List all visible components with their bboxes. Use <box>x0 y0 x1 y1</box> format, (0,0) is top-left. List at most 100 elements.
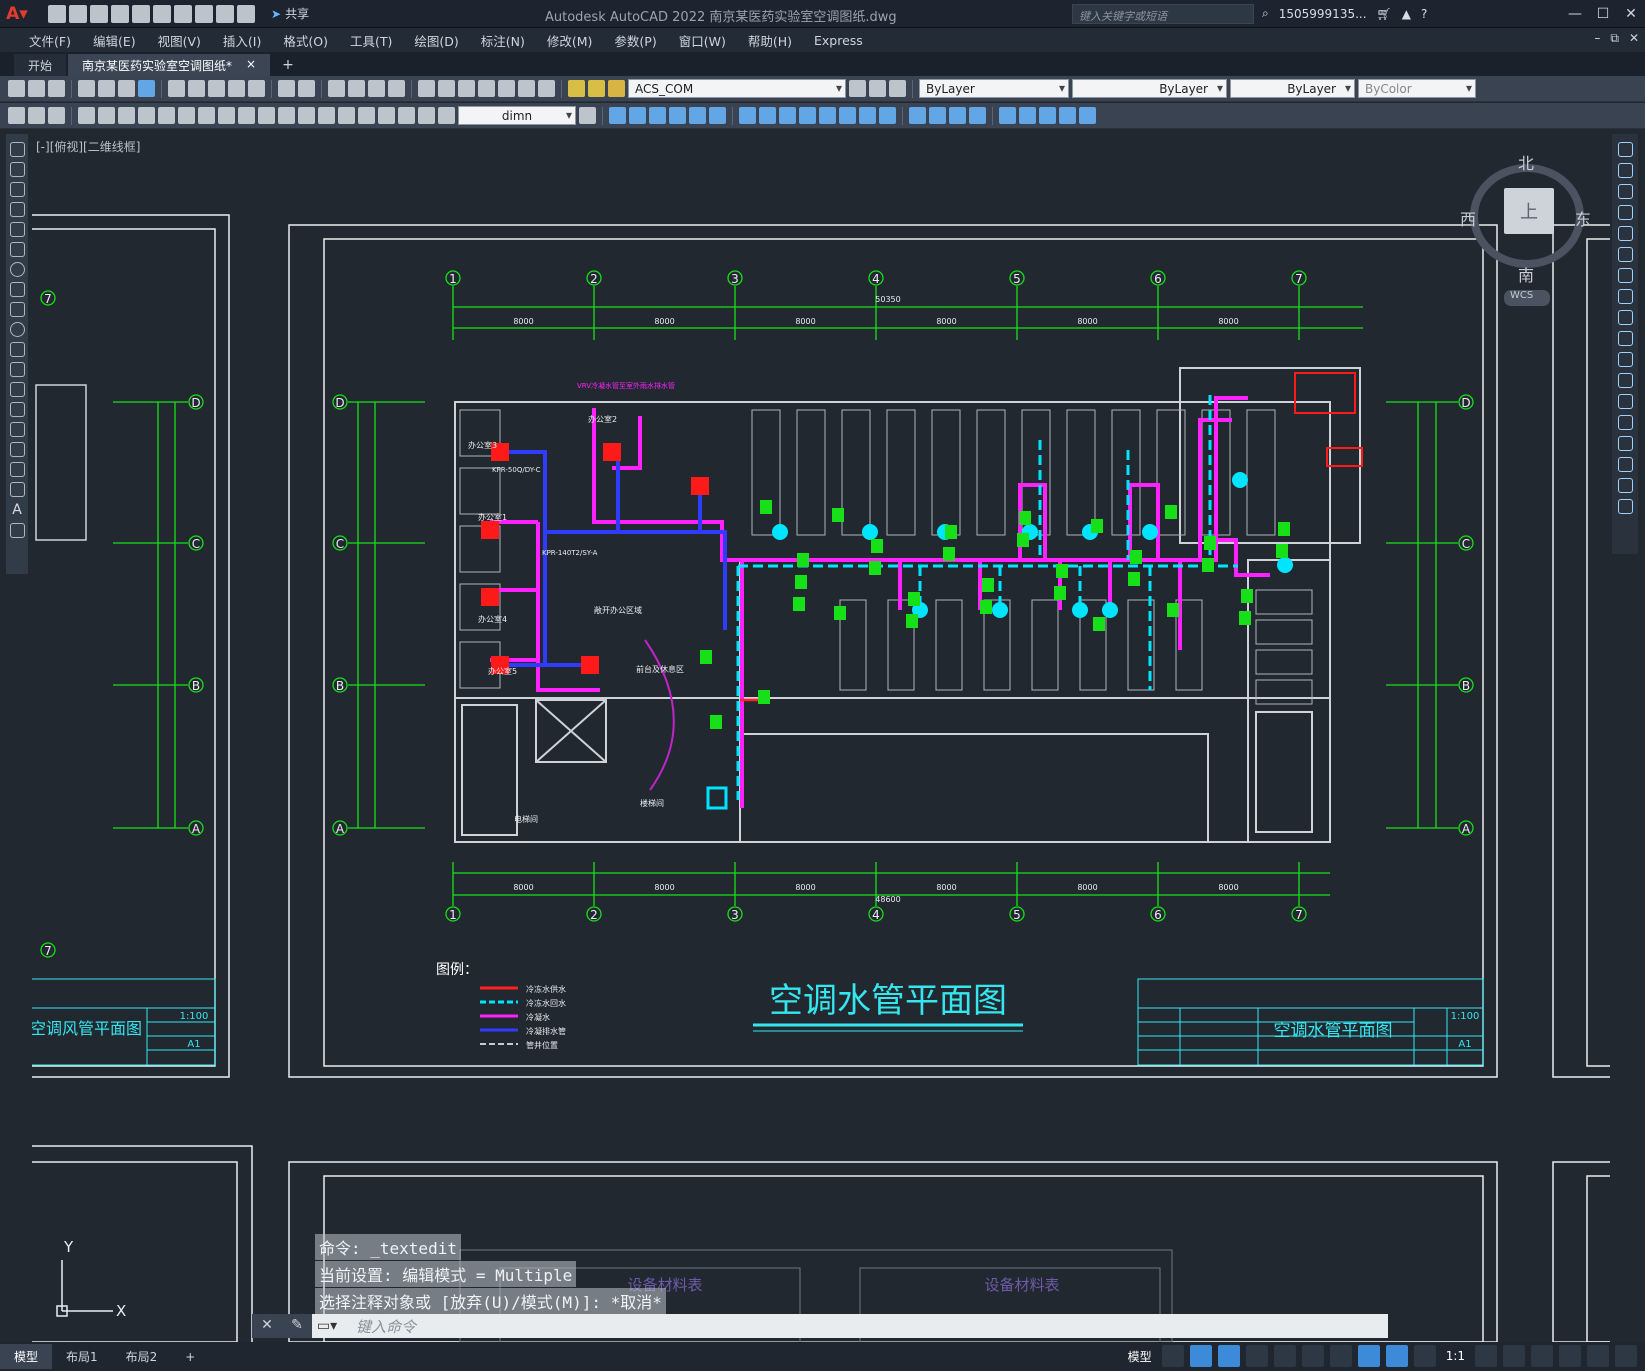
save-icon[interactable] <box>90 4 108 23</box>
new-icon[interactable] <box>8 80 25 97</box>
modify-icon-21[interactable] <box>1039 107 1056 124</box>
wcs-menu[interactable]: WCS <box>1504 290 1550 306</box>
scale-icon[interactable] <box>1617 289 1633 304</box>
modify-icon-2[interactable] <box>629 107 646 124</box>
autocad-logo-icon[interactable]: A▾ <box>0 0 34 28</box>
cart-icon[interactable]: 🛒︎ <box>1377 7 1392 21</box>
command-recent-icon[interactable]: ▭▾ <box>312 1318 342 1334</box>
dimension-break-icon[interactable] <box>318 107 335 124</box>
layer-dropdown[interactable]: ACS_COM <box>628 79 846 98</box>
clean-screen-icon[interactable] <box>1587 1345 1609 1367</box>
rectangle-icon[interactable] <box>9 222 25 237</box>
tab-layout2[interactable]: 布局2 <box>112 1344 172 1369</box>
arc-icon[interactable] <box>9 242 25 257</box>
redo-icon[interactable] <box>298 80 315 97</box>
command-input[interactable]: 键入命令 <box>342 1316 416 1337</box>
hardware-acceleration-icon[interactable] <box>1559 1345 1581 1367</box>
add-layout-button[interactable]: + <box>171 1346 209 1368</box>
line-icon[interactable] <box>9 142 25 157</box>
center-mark-icon[interactable] <box>358 107 375 124</box>
linear-dimension-icon[interactable] <box>78 107 95 124</box>
break-icon[interactable] <box>1617 394 1633 409</box>
menu-window[interactable]: 窗口(W) <box>668 31 737 50</box>
design-center-icon[interactable] <box>438 80 455 97</box>
layer-on-icon[interactable] <box>568 80 585 97</box>
menu-edit[interactable]: 编辑(E) <box>82 31 147 50</box>
open-icon[interactable] <box>28 80 45 97</box>
menu-express[interactable]: Express <box>803 33 874 48</box>
zoom-previous-icon[interactable] <box>388 80 405 97</box>
compass-east[interactable]: 东 <box>1575 206 1591 230</box>
compass-west[interactable]: 西 <box>1460 206 1476 230</box>
add-selected-icon[interactable] <box>9 523 25 538</box>
color-dropdown[interactable]: ByLayer <box>919 79 1069 98</box>
doc-restore-icon[interactable]: ⧉ <box>1610 31 1619 46</box>
jogged-linear-icon[interactable] <box>398 107 415 124</box>
polar-icon[interactable] <box>1245 1345 1268 1367</box>
mirror-icon[interactable] <box>1617 184 1633 199</box>
redo-icon[interactable] <box>216 4 234 23</box>
layer-previous-icon[interactable] <box>889 80 906 97</box>
lineweight-icon[interactable] <box>1357 1345 1380 1367</box>
plotstyle-dropdown[interactable]: ByColor <box>1358 79 1476 98</box>
properties-icon[interactable] <box>418 80 435 97</box>
customize-dropdown-icon[interactable] <box>237 4 255 23</box>
zoom-realtime-icon[interactable] <box>348 80 365 97</box>
inspection-icon[interactable] <box>378 107 395 124</box>
search-input[interactable]: 键入关键字或短语 <box>1072 4 1254 24</box>
annotation-visibility-icon[interactable] <box>1385 1345 1408 1367</box>
copy-object-icon[interactable] <box>1617 163 1633 178</box>
gradient-icon[interactable] <box>9 442 25 457</box>
modify-icon-13[interactable] <box>859 107 876 124</box>
modify-icon-23[interactable] <box>1079 107 1096 124</box>
move-icon[interactable] <box>1617 247 1633 262</box>
modify-icon-10[interactable] <box>799 107 816 124</box>
copy-icon[interactable] <box>188 80 205 97</box>
block-editor-icon[interactable] <box>248 80 265 97</box>
plot-icon[interactable] <box>174 4 192 23</box>
arc-length-icon[interactable] <box>118 107 135 124</box>
view-cube-top-face[interactable]: 上 <box>1504 188 1554 234</box>
linetype-dropdown[interactable]: ByLayer <box>1072 79 1227 98</box>
isolate-objects-icon[interactable] <box>1531 1345 1553 1367</box>
polygon-icon[interactable] <box>9 202 25 217</box>
make-current-icon[interactable] <box>869 80 886 97</box>
construction-line-icon[interactable] <box>9 162 25 177</box>
match-properties-icon[interactable] <box>228 80 245 97</box>
stretch-icon[interactable] <box>1617 310 1633 325</box>
tab-close-icon[interactable]: × <box>246 57 256 73</box>
region-icon[interactable] <box>9 462 25 477</box>
tool-palettes-icon[interactable] <box>458 80 475 97</box>
fillet-icon[interactable] <box>1617 457 1633 472</box>
close-icon[interactable]: ✕ <box>1617 0 1645 28</box>
doc-close-icon[interactable]: ✕ <box>1629 31 1639 46</box>
pan-icon[interactable] <box>328 80 345 97</box>
tab-start[interactable]: 开始 <box>14 54 67 76</box>
dimension-style-icon[interactable] <box>579 107 596 124</box>
baseline-icon[interactable] <box>258 107 275 124</box>
search-icon[interactable]: ⌕ <box>1262 6 1269 21</box>
markup-icon[interactable] <box>498 80 515 97</box>
command-close-icon[interactable]: ✕ <box>252 1314 282 1338</box>
modify-icon-7[interactable] <box>739 107 756 124</box>
workspace-icon[interactable] <box>8 107 25 124</box>
object-snap-tracking-icon[interactable] <box>1301 1345 1324 1367</box>
doc-minimize-icon[interactable]: – <box>1594 31 1600 46</box>
tab-model[interactable]: 模型 <box>0 1344 53 1369</box>
chamfer-icon[interactable] <box>1617 436 1633 451</box>
ordinate-icon[interactable] <box>138 107 155 124</box>
modify-icon-14[interactable] <box>879 107 896 124</box>
modify-icon-22[interactable] <box>1059 107 1076 124</box>
continue-icon[interactable] <box>278 107 295 124</box>
polyline-icon[interactable] <box>9 182 25 197</box>
modify-icon-5[interactable] <box>689 107 706 124</box>
modify-icon-1[interactable] <box>609 107 626 124</box>
open-file-icon[interactable] <box>69 4 87 23</box>
insert-block-icon[interactable] <box>9 362 25 377</box>
new-file-icon[interactable] <box>48 4 66 23</box>
layer-lock-icon[interactable] <box>608 80 625 97</box>
modify-icon-4[interactable] <box>669 107 686 124</box>
tab-drawing[interactable]: 南京某医药实验室空调图纸* × <box>68 54 271 76</box>
grid-icon[interactable] <box>1161 1345 1184 1367</box>
add-icon[interactable] <box>1503 1345 1525 1367</box>
